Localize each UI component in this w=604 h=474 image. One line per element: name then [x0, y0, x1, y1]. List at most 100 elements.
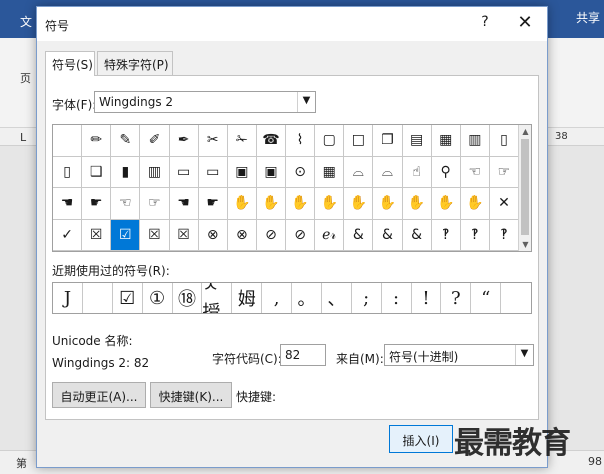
recent-symbol-cell[interactable]: ☑: [113, 283, 143, 313]
recent-symbol-cell[interactable]: 、: [322, 283, 352, 313]
symbol-cell[interactable]: ▯: [489, 125, 519, 157]
tab-symbols[interactable]: 符号(S): [45, 51, 95, 76]
symbol-cell[interactable]: ✋: [431, 188, 461, 220]
recent-symbol-cell[interactable]: 。: [292, 283, 322, 313]
symbol-cell[interactable]: ▭: [198, 156, 228, 188]
scrollbar-thumb[interactable]: [521, 139, 529, 235]
symbol-cell[interactable]: ☛: [82, 188, 112, 220]
symbol-cell[interactable]: ⌇: [286, 125, 316, 157]
symbol-cell[interactable]: ☚: [169, 188, 199, 220]
symbol-cell[interactable]: ✕: [489, 188, 519, 220]
symbol-cell[interactable]: ✁: [227, 125, 257, 157]
symbol-cell[interactable]: ☝: [402, 156, 432, 188]
symbol-cell[interactable]: ✓: [53, 219, 83, 251]
symbol-cell[interactable]: ✋: [256, 188, 286, 220]
help-icon[interactable]: ?: [473, 14, 497, 34]
symbol-cell[interactable]: ⊗: [227, 219, 257, 251]
ribbon-tab-file[interactable]: 文: [20, 13, 32, 30]
shortcut-key-button[interactable]: 快捷键(K)...: [150, 382, 232, 408]
recent-symbol-cell[interactable]: [83, 283, 113, 313]
symbol-cell[interactable]: ▣: [256, 156, 286, 188]
symbol-cell[interactable]: &: [373, 219, 403, 251]
symbol-cell[interactable]: ☒: [140, 219, 170, 251]
symbol-cell[interactable]: ☞: [489, 156, 519, 188]
symbol-cell[interactable]: ✏: [82, 125, 112, 157]
symbol-cell[interactable]: ▦: [431, 125, 461, 157]
symbol-cell[interactable]: ❑: [82, 156, 112, 188]
symbol-cell[interactable]: ✐: [140, 125, 170, 157]
symbol-cell[interactable]: ✋: [402, 188, 432, 220]
symbol-cell[interactable]: ❐: [373, 125, 403, 157]
recent-symbol-cell[interactable]: !: [412, 283, 442, 313]
symbol-cell[interactable]: ▢: [315, 125, 345, 157]
symbol-cell[interactable]: ‽: [460, 219, 490, 251]
recent-symbol-cell[interactable]: :: [382, 283, 412, 313]
font-select[interactable]: Wingdings 2 ▼: [94, 91, 316, 113]
symbol-cell[interactable]: ▥: [460, 125, 490, 157]
recent-symbol-cell[interactable]: “: [471, 283, 502, 313]
symbol-cell[interactable]: ⌓: [344, 156, 374, 188]
share-button[interactable]: 共享: [576, 9, 600, 26]
symbol-cell[interactable]: ✂: [198, 125, 228, 157]
recent-symbol-cell[interactable]: ①: [143, 283, 173, 313]
recent-symbol-cell[interactable]: ;: [352, 283, 382, 313]
symbol-cell[interactable]: ▭: [169, 156, 199, 188]
recent-symbol-cell[interactable]: ?: [441, 283, 472, 313]
symbol-cell[interactable]: ‽: [489, 219, 519, 251]
symbol-cell[interactable]: [53, 125, 83, 157]
symbol-cell[interactable]: ⊗: [198, 219, 228, 251]
symbol-cell[interactable]: &: [402, 219, 432, 251]
symbol-cell[interactable]: ⊘: [256, 219, 286, 251]
symbol-cell[interactable]: ✋: [373, 188, 403, 220]
symbol-cell[interactable]: ☒: [82, 219, 112, 251]
symbol-grid-scrollbar[interactable]: ▲ ▼: [518, 125, 531, 251]
ruler-tab-marker[interactable]: L: [20, 131, 26, 144]
symbol-cell[interactable]: ‽: [431, 219, 461, 251]
autocorrect-button[interactable]: 自动更正(A)...: [52, 382, 146, 408]
symbol-cell[interactable]: ▥: [140, 156, 170, 188]
tab-special-characters[interactable]: 特殊字符(P): [97, 51, 173, 75]
symbol-cell[interactable]: ☜: [460, 156, 490, 188]
recent-symbol-cell[interactable]: J: [53, 283, 83, 313]
symbol-cell[interactable]: ✋: [460, 188, 490, 220]
symbol-cell[interactable]: ⌓: [373, 156, 403, 188]
symbol-cell[interactable]: ⚲: [431, 156, 461, 188]
symbol-cell[interactable]: ☑: [111, 219, 141, 251]
symbol-cell[interactable]: ☛: [198, 188, 228, 220]
symbol-cell[interactable]: ☒: [169, 219, 199, 251]
scroll-down-icon[interactable]: ▼: [519, 240, 532, 249]
close-icon[interactable]: ✕: [511, 12, 539, 34]
symbol-cell[interactable]: ☎: [256, 125, 286, 157]
scroll-up-icon[interactable]: ▲: [519, 127, 532, 136]
from-select[interactable]: 符号(十进制) ▼: [384, 344, 534, 366]
recent-symbol-cell[interactable]: ,: [262, 283, 292, 313]
dialog-titlebar[interactable]: 符号 ? ✕: [37, 7, 547, 41]
symbol-cell[interactable]: ▮: [111, 156, 141, 188]
symbol-cell[interactable]: □: [344, 125, 374, 157]
recent-symbol-cell[interactable]: [501, 283, 531, 313]
recent-symbol-cell[interactable]: ⑱: [173, 283, 203, 313]
symbol-cell[interactable]: ℯ𝓇: [315, 219, 345, 251]
recent-symbol-cell[interactable]: 姆: [232, 283, 263, 313]
status-zoom[interactable]: 98: [588, 455, 602, 468]
symbol-cell[interactable]: ☞: [140, 188, 170, 220]
symbol-cell[interactable]: ▤: [402, 125, 432, 157]
symbol-cell[interactable]: ⊙: [286, 156, 316, 188]
symbol-cell[interactable]: ✋: [344, 188, 374, 220]
chevron-down-icon[interactable]: ▼: [515, 345, 533, 365]
symbol-cell[interactable]: ⊘: [286, 219, 316, 251]
char-code-input[interactable]: 82: [280, 344, 326, 366]
recent-symbol-cell[interactable]: ㅅ授: [202, 283, 233, 313]
symbol-cell[interactable]: ✒: [169, 125, 199, 157]
symbol-cell[interactable]: ▣: [227, 156, 257, 188]
chevron-down-icon[interactable]: ▼: [297, 92, 315, 112]
insert-button[interactable]: 插入(I): [389, 425, 453, 453]
symbol-cell[interactable]: ▦: [315, 156, 345, 188]
symbol-cell[interactable]: ✋: [286, 188, 316, 220]
symbol-cell[interactable]: ☚: [53, 188, 83, 220]
symbol-cell[interactable]: ✋: [315, 188, 345, 220]
symbol-cell[interactable]: &: [344, 219, 374, 251]
symbol-cell[interactable]: ▯: [53, 156, 83, 188]
symbol-cell[interactable]: ☜: [111, 188, 141, 220]
symbol-cell[interactable]: ✎: [111, 125, 141, 157]
